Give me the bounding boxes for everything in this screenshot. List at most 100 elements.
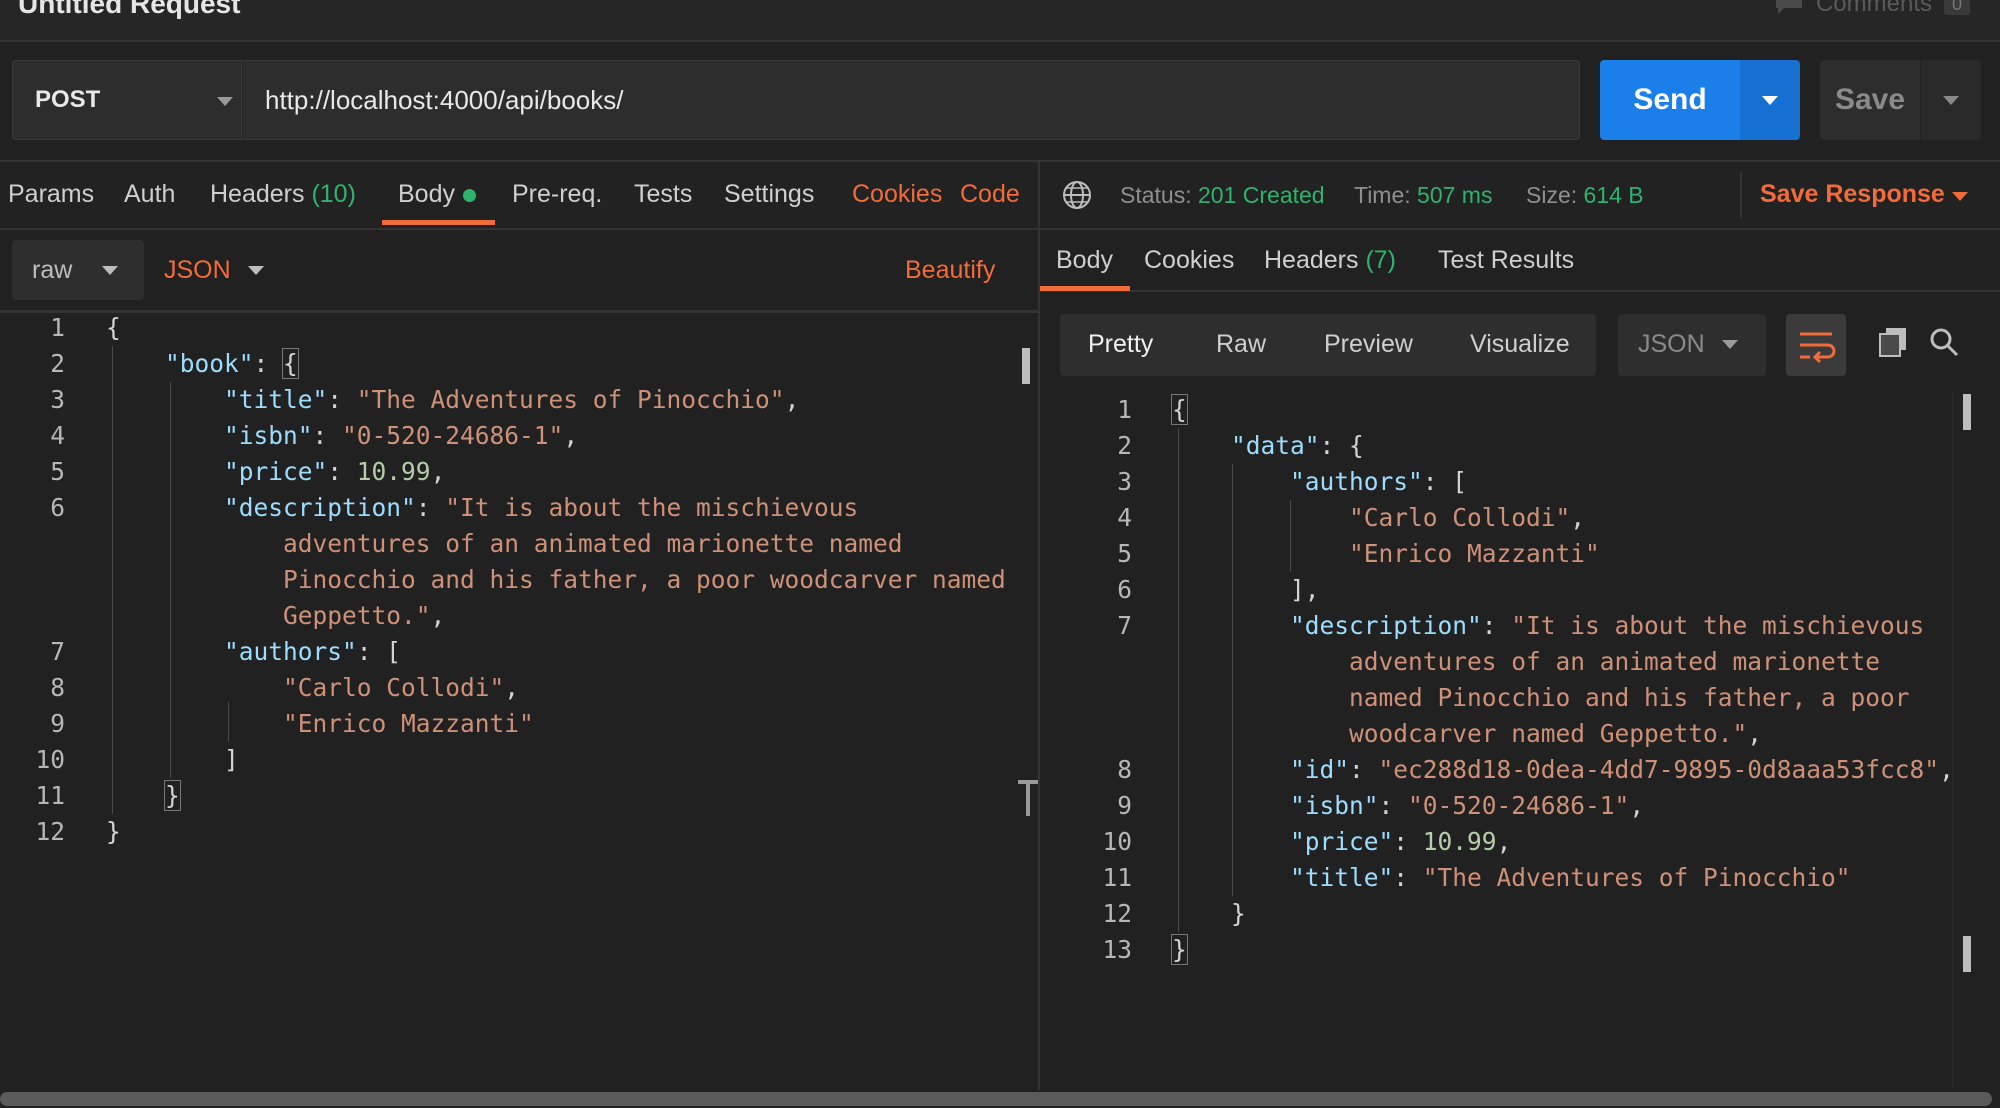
- response-tab-test-results[interactable]: Test Results: [1438, 246, 1574, 275]
- response-format-select[interactable]: JSON: [1618, 314, 1766, 376]
- copy-icon[interactable]: [1876, 324, 1910, 358]
- save-options-button[interactable]: [1920, 60, 1981, 140]
- status-label: Status:: [1120, 182, 1192, 208]
- response-tab-body[interactable]: Body: [1056, 246, 1113, 275]
- tab-params[interactable]: Params: [8, 180, 94, 209]
- chevron-down-icon: [1722, 340, 1738, 349]
- tab-headers[interactable]: Headers (10): [210, 180, 356, 209]
- response-scrollbar-thumb[interactable]: [1963, 394, 1971, 430]
- request-body-editor[interactable]: { "book": { "title": "The Adventures of …: [106, 310, 1006, 850]
- response-format-label: JSON: [1638, 330, 1705, 358]
- wrap-lines-icon: [1800, 332, 1836, 364]
- json-key: "price": [1290, 827, 1394, 856]
- wrap-lines-button[interactable]: [1786, 314, 1846, 376]
- line-number: 6: [50, 493, 65, 522]
- comments-label: Comments: [1815, 0, 1932, 17]
- line-number: 2: [1117, 431, 1132, 460]
- tab-prereq[interactable]: Pre-req.: [512, 180, 602, 209]
- send-button[interactable]: Send: [1600, 60, 1740, 140]
- line-number: 3: [50, 385, 65, 414]
- method-select[interactable]: POST: [12, 60, 242, 140]
- chevron-down-icon: [1762, 96, 1778, 105]
- json-key: "authors": [224, 637, 357, 666]
- cookies-link[interactable]: Cookies: [852, 180, 942, 209]
- json-string: named Pinocchio and his father, a poor: [1349, 683, 1910, 712]
- headers-count: (10): [311, 180, 356, 208]
- comments-button[interactable]: Comments 0: [1774, 0, 1970, 18]
- indent-guide: [228, 702, 229, 742]
- tab-body[interactable]: Body: [398, 180, 476, 209]
- line-number: 4: [50, 421, 65, 450]
- json-string: Pinocchio and his father, a poor woodcar…: [283, 565, 1006, 594]
- body-mode-label: raw: [32, 256, 73, 284]
- horizontal-scrollbar[interactable]: [0, 1092, 1992, 1106]
- json-string: "The Adventures of Pinocchio": [1422, 863, 1851, 892]
- request-title[interactable]: Untitled Request: [18, 0, 240, 20]
- body-language-select[interactable]: JSON: [164, 256, 274, 286]
- request-scrollbar-thumb[interactable]: [1022, 348, 1030, 384]
- code-link[interactable]: Code: [960, 180, 1020, 209]
- line-number: 9: [1117, 791, 1132, 820]
- json-key: "book": [165, 349, 254, 378]
- body-modified-dot: [462, 188, 476, 202]
- json-key: "title": [224, 385, 328, 414]
- line-number: 1: [1117, 395, 1132, 424]
- title-bar: [0, 0, 2000, 42]
- view-preview[interactable]: Preview: [1324, 330, 1413, 359]
- response-headers-count: (7): [1365, 246, 1397, 274]
- response-scrollbar-thumb[interactable]: [1963, 936, 1971, 972]
- indent-guide: [1232, 464, 1233, 896]
- json-string: "The Adventures of Pinocchio": [356, 385, 785, 414]
- save-button[interactable]: Save: [1820, 60, 1920, 140]
- tab-headers-label: Headers: [210, 180, 305, 208]
- view-pretty[interactable]: Pretty: [1088, 330, 1153, 359]
- url-input[interactable]: http://localhost:4000/api/books/: [242, 60, 1580, 140]
- save-response-label: Save Response: [1760, 180, 1945, 208]
- body-mode-select[interactable]: raw: [12, 240, 144, 300]
- panel-divider[interactable]: [1038, 160, 1040, 1090]
- json-string: "Enrico Mazzanti": [283, 709, 534, 738]
- line-number: 10: [1102, 827, 1132, 856]
- tab-tests[interactable]: Tests: [634, 180, 692, 209]
- tab-auth[interactable]: Auth: [124, 180, 175, 209]
- time-value: 507 ms: [1417, 182, 1493, 208]
- json-key: "description": [1290, 611, 1482, 640]
- globe-icon[interactable]: [1062, 180, 1092, 210]
- json-string: "Carlo Collodi": [283, 673, 505, 702]
- line-number: 5: [50, 457, 65, 486]
- response-time: Time: 507 ms: [1354, 182, 1492, 209]
- beautify-button[interactable]: Beautify: [905, 256, 995, 285]
- save-response-button[interactable]: Save Response: [1760, 180, 1945, 209]
- line-number: 6: [1117, 575, 1132, 604]
- indent-guide: [1178, 428, 1179, 932]
- response-tabs-border: [1040, 290, 2000, 292]
- json-string: "0-520-24686-1": [1408, 791, 1630, 820]
- response-line-numbers: 1 2 3 4 5 6 7 8 9 10 11 12 13: [1100, 392, 1132, 968]
- tabs-row: Params Auth Headers (10) Body Pre-req. T…: [0, 160, 2000, 230]
- indent-guide: [112, 346, 113, 814]
- line-number: 11: [35, 781, 65, 810]
- response-tab-cookies[interactable]: Cookies: [1144, 246, 1234, 275]
- json-key: "data": [1231, 431, 1320, 460]
- size-value: 614 B: [1583, 182, 1644, 208]
- json-string: "0-520-24686-1": [342, 421, 564, 450]
- tab-settings[interactable]: Settings: [724, 180, 814, 209]
- line-number: 13: [1102, 935, 1132, 964]
- json-key: "description": [224, 493, 416, 522]
- chevron-down-icon[interactable]: [1952, 192, 1968, 201]
- json-string: "Carlo Collodi": [1349, 503, 1571, 532]
- response-tab-headers[interactable]: Headers (7): [1264, 246, 1396, 275]
- json-string: "It is about the mischievous: [445, 493, 859, 522]
- comment-icon: [1775, 0, 1802, 14]
- view-visualize[interactable]: Visualize: [1470, 330, 1570, 359]
- indent-guide: [170, 382, 171, 778]
- send-options-button[interactable]: [1740, 60, 1800, 140]
- search-icon[interactable]: [1928, 326, 1960, 358]
- view-raw[interactable]: Raw: [1216, 330, 1266, 359]
- chevron-down-icon: [102, 266, 118, 275]
- line-number: 3: [1117, 467, 1132, 496]
- json-string: "Enrico Mazzanti": [1349, 539, 1600, 568]
- json-string: adventures of an animated marionette: [1349, 647, 1881, 676]
- tab-body-label: Body: [398, 180, 455, 208]
- json-number: 10.99: [1422, 827, 1497, 856]
